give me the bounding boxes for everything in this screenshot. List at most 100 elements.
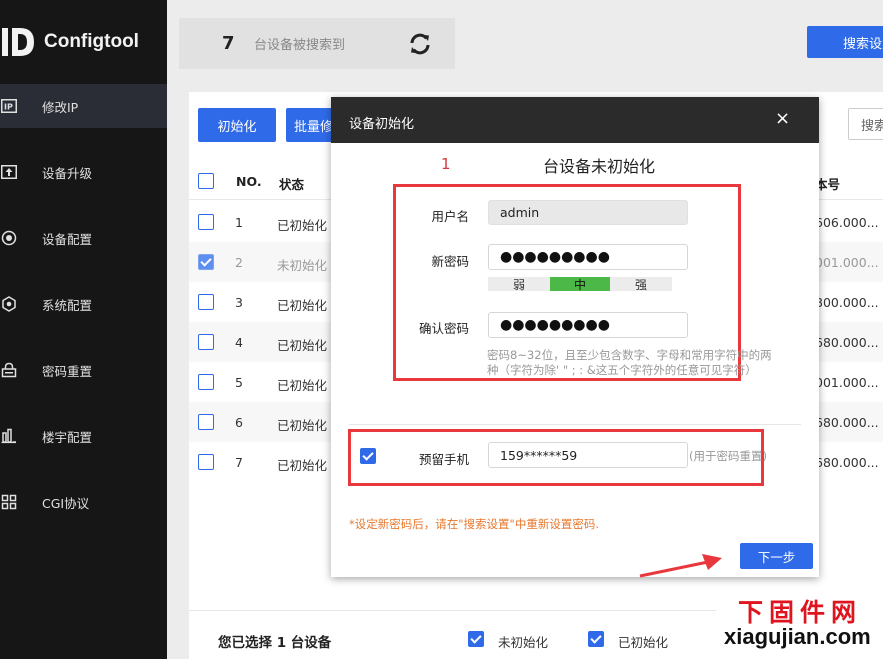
reserve-phone-hint: (用于密码重置): [689, 449, 767, 463]
password-hint-line2: 种（字符为除' " ; : &这五个字符外的任意可见字符）: [487, 363, 757, 377]
sidebar-item-label: 设备配置: [42, 231, 93, 247]
dialog-title: 设备初始化: [349, 117, 415, 132]
row-checkbox[interactable]: [198, 334, 214, 350]
row-version: 606.000...: [815, 215, 879, 230]
building-icon: [0, 427, 18, 445]
row-status: 已初始化: [277, 218, 328, 233]
select-all-checkbox[interactable]: [198, 173, 214, 189]
sidebar-item-building-config[interactable]: 楼宇配置: [0, 414, 167, 458]
annotation-arrow-icon: [639, 554, 722, 578]
sidebar-item-system-config[interactable]: 系统配置: [0, 282, 167, 326]
device-init-dialog: 设备初始化 × 1 台设备未初始化 用户名 admin 新密码 ●●●●●●●●…: [331, 97, 819, 577]
confirm-password-label: 确认密码: [418, 321, 469, 336]
confirm-password-value: ●●●●●●●●●: [500, 317, 610, 333]
ip-icon: IP: [0, 97, 18, 115]
filter-initialized-label: 已初始化: [618, 635, 669, 650]
uninitialized-text: 台设备未初始化: [543, 157, 656, 176]
password-hint-line1: 密码8~32位，且至少包含数字、字母和常用字符中的两: [487, 348, 772, 362]
column-status: 状态: [279, 177, 305, 192]
filter-uninitialized-checkbox[interactable]: [468, 631, 484, 647]
watermark-en: xiagujian.com: [724, 624, 871, 649]
cgi-icon: [0, 493, 18, 511]
svg-text:IP: IP: [4, 103, 13, 112]
sidebar: Configtool IP 修改IP 设备升级 设备配置 系统配置 密码重置 楼…: [0, 0, 167, 659]
next-button[interactable]: 下一步: [740, 543, 813, 569]
sidebar-item-password-reset[interactable]: 密码重置: [0, 348, 167, 392]
username-field: admin: [488, 200, 688, 225]
row-checkbox[interactable]: [198, 374, 214, 390]
sidebar-item-device-upgrade[interactable]: 设备升级: [0, 150, 167, 194]
row-checkbox[interactable]: [198, 454, 214, 470]
device-count-label: 台设备被搜索到: [254, 38, 346, 53]
strength-strong: 强: [610, 277, 672, 292]
column-no: NO.: [236, 174, 262, 189]
system-config-icon: [0, 295, 18, 313]
new-password-field[interactable]: ●●●●●●●●●: [488, 244, 688, 270]
selected-count: 您已选择 1 台设备: [218, 635, 332, 651]
sidebar-item-device-config[interactable]: 设备配置: [0, 216, 167, 260]
row-version: 680.000...: [815, 455, 879, 470]
uninitialized-count: 1: [441, 155, 451, 173]
row-no: 1: [235, 215, 243, 230]
watermark: 下固件网 xiagujian.com: [716, 590, 883, 659]
row-no: 6: [235, 415, 243, 430]
row-version: 800.000...: [815, 295, 879, 310]
strength-medium: 中: [550, 277, 610, 292]
close-icon[interactable]: ×: [775, 110, 790, 128]
row-version: 680.000...: [815, 415, 879, 430]
row-version: 001.000...: [815, 255, 879, 270]
confirm-password-field[interactable]: ●●●●●●●●●: [488, 312, 688, 338]
dialog-header: 设备初始化 ×: [331, 97, 819, 143]
row-status: 已初始化: [277, 418, 328, 433]
initialize-button[interactable]: 初始化: [198, 108, 276, 142]
row-status: 未初始化: [277, 258, 328, 273]
row-no: 4: [235, 335, 243, 350]
filter-initialized-checkbox[interactable]: [588, 631, 604, 647]
row-status: 已初始化: [277, 458, 328, 473]
search-summary: 7 台设备被搜索到: [179, 18, 455, 69]
password-reset-icon: [0, 361, 18, 379]
upgrade-icon: [0, 163, 18, 181]
dialog-divider: [349, 424, 801, 425]
reserve-phone-value: 159******59: [500, 447, 578, 463]
row-version: 680.000...: [815, 335, 879, 350]
sidebar-item-label: 系统配置: [42, 297, 93, 313]
refresh-icon[interactable]: [407, 31, 433, 60]
row-no: 2: [235, 255, 243, 270]
sidebar-item-modify-ip[interactable]: IP 修改IP: [0, 84, 167, 128]
app-logo: Configtool: [0, 22, 167, 62]
row-no: 5: [235, 375, 243, 390]
filter-uninitialized-label: 未初始化: [498, 635, 549, 650]
row-status: 已初始化: [277, 378, 328, 393]
reserve-phone-label: 预留手机: [418, 452, 469, 467]
row-version: 001.000...: [815, 375, 879, 390]
row-checkbox[interactable]: [198, 414, 214, 430]
sidebar-item-cgi[interactable]: CGI协议: [0, 480, 167, 524]
search-settings-button[interactable]: 搜索设置: [807, 26, 883, 58]
sidebar-item-label: 楼宇配置: [42, 429, 93, 445]
sidebar-item-label: CGI协议: [42, 495, 90, 511]
row-checkbox[interactable]: [198, 294, 214, 310]
search-input[interactable]: 搜索: [848, 108, 883, 140]
device-config-icon: [0, 229, 18, 247]
reserve-phone-field[interactable]: 159******59: [488, 442, 688, 468]
app-name: Configtool: [44, 31, 139, 52]
new-password-value: ●●●●●●●●●: [500, 249, 610, 265]
device-count: 7: [222, 33, 235, 54]
row-no: 7: [235, 455, 243, 470]
username-label: 用户名: [431, 209, 469, 224]
username-value: admin: [500, 205, 540, 220]
row-no: 3: [235, 295, 243, 310]
row-status: 已初始化: [277, 298, 328, 313]
reserve-phone-checkbox[interactable]: [360, 448, 376, 464]
strength-weak: 弱: [488, 277, 550, 292]
reset-warning: *设定新密码后，请在"搜索设置"中重新设置密码.: [349, 517, 599, 531]
password-hint: 密码8~32位，且至少包含数字、字母和常用字符中的两 种（字符为除' " ; :…: [487, 348, 787, 378]
new-password-label: 新密码: [431, 254, 469, 269]
configtool-logo-icon: [0, 24, 38, 60]
row-checkbox[interactable]: [198, 214, 214, 230]
row-status: 已初始化: [277, 338, 328, 353]
sidebar-item-label: 设备升级: [42, 165, 93, 181]
sidebar-item-label: 修改IP: [42, 99, 79, 115]
row-checkbox[interactable]: [198, 254, 214, 270]
